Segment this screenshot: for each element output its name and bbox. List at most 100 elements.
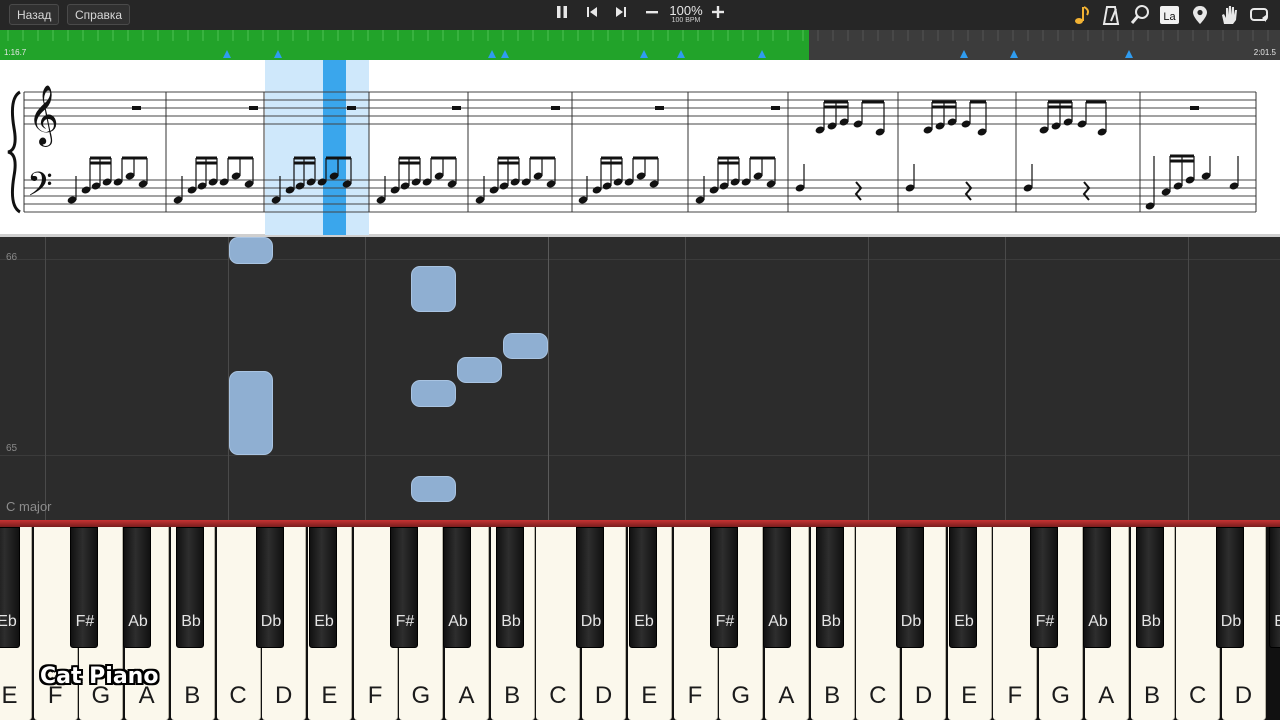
- black-key-db[interactable]: Db: [256, 527, 284, 648]
- white-key-label: D: [1234, 682, 1253, 709]
- note-icon: [1075, 6, 1089, 24]
- white-key-label: C: [229, 682, 247, 709]
- keyboard-top-felt: [0, 520, 1280, 527]
- whole-rest: [551, 106, 560, 110]
- timeline-marker: [223, 50, 231, 58]
- metronome-button[interactable]: [1100, 4, 1122, 26]
- white-key-label: G: [1051, 682, 1070, 709]
- whole-rest: [655, 106, 664, 110]
- black-key-ab[interactable]: Ab: [763, 527, 791, 648]
- note-labels-text: La: [1163, 11, 1176, 23]
- tempo-decrease-button[interactable]: [641, 5, 663, 25]
- location-button[interactable]: [1189, 4, 1211, 26]
- timeline-marker: [640, 50, 648, 58]
- note-button[interactable]: [1071, 4, 1093, 26]
- bass-clef-icon: 𝄢: [27, 166, 53, 212]
- black-key-ab[interactable]: Ab: [123, 527, 151, 648]
- black-key-label: Bb: [501, 613, 521, 630]
- black-key-label: F#: [1035, 613, 1055, 630]
- black-key-eb[interactable]: Eb: [309, 527, 337, 648]
- loop-button[interactable]: [1248, 4, 1270, 26]
- whole-rest: [1190, 106, 1199, 110]
- black-key-ab[interactable]: Ab: [1083, 527, 1111, 648]
- white-key-label: B: [504, 682, 521, 709]
- black-key-bb[interactable]: Bb: [176, 527, 204, 648]
- pause-icon: [557, 6, 567, 18]
- total-time: 2:01.5: [1253, 48, 1276, 57]
- pause-button[interactable]: [551, 5, 573, 25]
- black-key-bb[interactable]: Bb: [496, 527, 524, 648]
- current-measure-highlight: [265, 60, 369, 235]
- timeline-marker: [274, 50, 282, 58]
- hand-button[interactable]: [1218, 4, 1240, 26]
- black-key-bb[interactable]: Bb: [1136, 527, 1164, 648]
- black-key-ab[interactable]: Ab: [443, 527, 471, 648]
- black-key-f-sharp[interactable]: F#: [710, 527, 738, 648]
- whole-rest: [452, 106, 461, 110]
- black-key-eb[interactable]: Eb: [949, 527, 977, 648]
- search-button[interactable]: [1129, 4, 1151, 26]
- elapsed-time: 1:16.7: [4, 48, 27, 57]
- timeline-marker: [1125, 50, 1133, 58]
- white-key-label: C: [549, 682, 567, 709]
- white-key-label: D: [275, 682, 293, 709]
- black-key-label: F#: [395, 613, 415, 630]
- note-labels-button[interactable]: La: [1159, 4, 1181, 26]
- black-key-eb[interactable]: Eb: [0, 527, 20, 648]
- falling-note: [411, 266, 456, 312]
- black-key-f-sharp[interactable]: F#: [1030, 527, 1058, 648]
- black-key-f-sharp[interactable]: F#: [390, 527, 418, 648]
- white-key-label: E: [961, 682, 978, 709]
- falling-note: [503, 333, 548, 359]
- white-key-label: E: [321, 682, 338, 709]
- black-key-db[interactable]: Db: [576, 527, 604, 648]
- channel-watermark: Cat Piano: [40, 664, 159, 689]
- quarter-rest: [854, 181, 863, 201]
- grid-line: [0, 259, 1280, 260]
- black-key-label: Db: [900, 613, 922, 630]
- white-key-label: B: [1143, 682, 1160, 709]
- black-key-label: Ab: [768, 613, 788, 630]
- black-key-label: Ab: [1088, 613, 1108, 630]
- black-key-db[interactable]: Db: [1216, 527, 1244, 648]
- black-key-eb[interactable]: Eb: [1269, 527, 1280, 648]
- black-key-f-sharp[interactable]: F#: [70, 527, 98, 648]
- black-key-eb[interactable]: Eb: [629, 527, 657, 648]
- search-icon: [1130, 5, 1149, 24]
- black-key-label: Ab: [448, 613, 468, 630]
- quarter-rest: [1082, 181, 1091, 201]
- whole-rest: [249, 106, 258, 110]
- black-key-label: Eb: [314, 613, 334, 630]
- grid-line: [685, 237, 686, 520]
- plus-icon: [712, 6, 724, 18]
- white-key-label: A: [458, 682, 475, 709]
- black-key-bb[interactable]: Bb: [816, 527, 844, 648]
- white-key-label: F: [1007, 682, 1023, 709]
- back-button[interactable]: Назад: [9, 4, 60, 25]
- falling-notes-area: 66 65 C major: [0, 237, 1280, 520]
- tempo-bpm: 100 BPM: [671, 17, 701, 24]
- minus-icon: [646, 11, 658, 14]
- black-key-db[interactable]: Db: [896, 527, 924, 648]
- black-key-label: Db: [1220, 613, 1242, 630]
- measure-number: 66: [6, 252, 18, 263]
- previous-button[interactable]: [581, 5, 603, 25]
- black-key-label: Bb: [181, 613, 201, 630]
- hand-icon: [1222, 6, 1237, 24]
- playback-cursor: [323, 60, 346, 235]
- timeline-marker: [501, 50, 509, 58]
- next-button[interactable]: [610, 5, 632, 25]
- white-key-label: G: [411, 682, 431, 709]
- previous-icon: [587, 7, 597, 17]
- treble-clef-icon: 𝄞: [28, 85, 59, 147]
- black-key-label: Db: [580, 613, 602, 630]
- help-button[interactable]: Справка: [67, 4, 131, 25]
- black-key-label: Db: [260, 613, 282, 630]
- loop-icon: [1250, 8, 1268, 22]
- white-key-label: C: [869, 682, 887, 709]
- white-key-label: C: [1189, 682, 1207, 709]
- tempo-percent: 100%: [669, 3, 703, 18]
- timeline-marker: [1010, 50, 1018, 58]
- song-timeline[interactable]: 1:16.7 2:01.5: [0, 30, 1280, 60]
- tempo-increase-button[interactable]: [707, 5, 729, 25]
